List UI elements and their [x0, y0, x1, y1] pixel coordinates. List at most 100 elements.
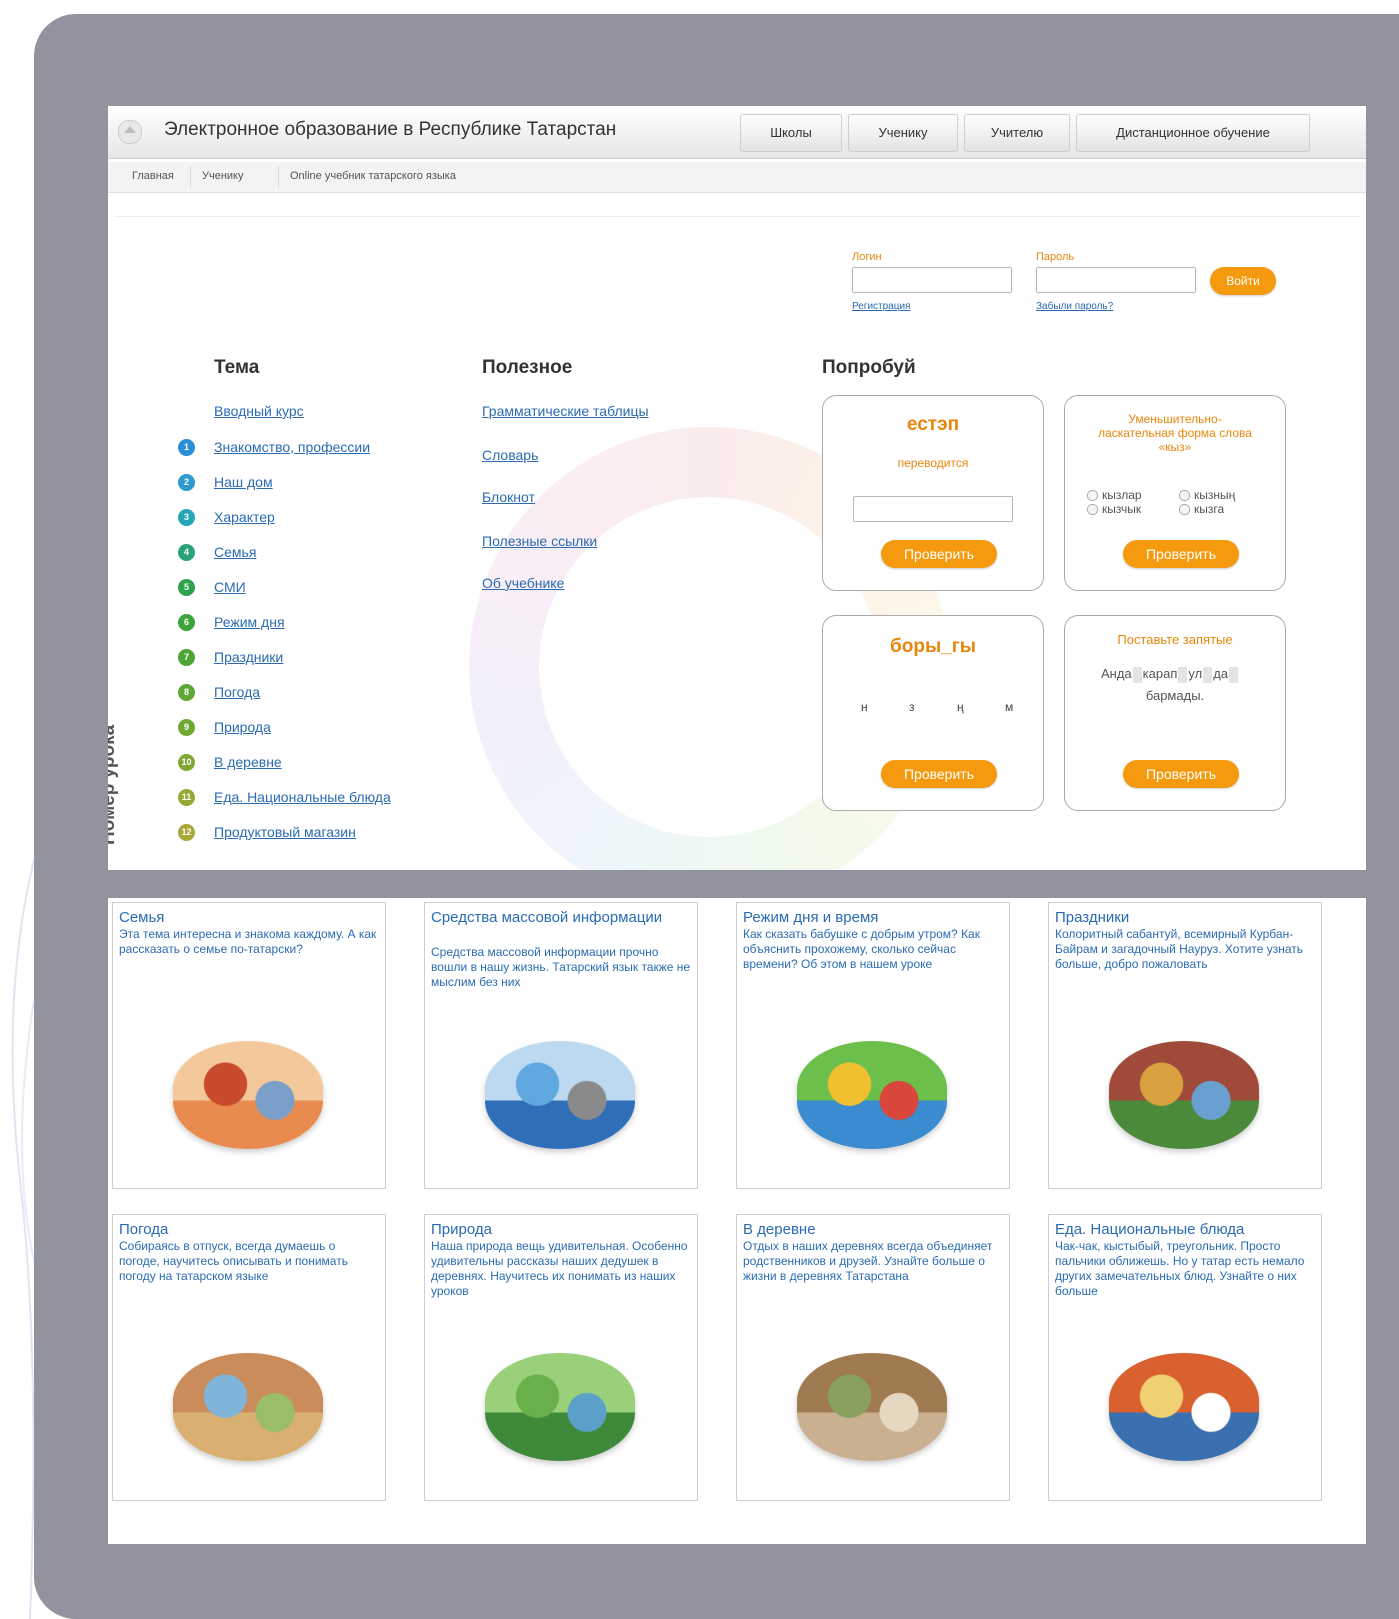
lesson-card[interactable]: Семья Эта тема интересна и знакома каждом…: [112, 902, 386, 1189]
topic-link[interactable]: Еда. Национальные блюда: [214, 789, 391, 805]
topic-link[interactable]: Характер: [214, 509, 275, 525]
lesson-number-badge: 9: [178, 719, 195, 736]
useful-grammar-tables[interactable]: Грамматические таблицы: [482, 403, 649, 419]
lesson-number-badge: 8: [178, 684, 195, 701]
useful-dictionary[interactable]: Словарь: [482, 447, 538, 463]
lesson-card-title[interactable]: Праздники: [1055, 909, 1317, 926]
topic-link[interactable]: Знакомство, профессии: [214, 439, 370, 455]
translation-input[interactable]: [853, 496, 1013, 522]
lesson-card-title[interactable]: В деревне: [743, 1221, 1005, 1238]
lesson-card-title[interactable]: Средства массовой информации: [431, 909, 693, 926]
site-header: Электронное образование в Республике Тат…: [108, 106, 1366, 159]
nav-tab-distance[interactable]: Дистанционное обучение: [1076, 114, 1310, 152]
topic-link[interactable]: Погода: [214, 684, 260, 700]
lesson-card[interactable]: Еда. Национальные блюда Чак-чак, кыстыбый…: [1048, 1214, 1322, 1501]
letter-option-4[interactable]: м: [1005, 700, 1013, 714]
globe-illustration: [485, 1041, 635, 1149]
family-illustration: [173, 1041, 323, 1149]
lesson-number-label: Номер урока: [108, 724, 119, 845]
lesson-number-badge: 5: [178, 579, 195, 596]
topic-link[interactable]: СМИ: [214, 579, 246, 595]
check-button-1[interactable]: Проверить: [881, 540, 997, 568]
try-box-commas: Поставьте запятые Анда карап ул да бармады.…: [1064, 615, 1286, 811]
useful-heading: Полезное: [482, 357, 573, 378]
breadcrumb-student[interactable]: Ученику: [202, 170, 244, 182]
lesson-card-description: Отдых в наших деревнях всегда объединяет…: [743, 1239, 993, 1283]
lesson-number-badge: 6: [178, 614, 195, 631]
useful-links[interactable]: Полезные ссылки: [482, 533, 597, 549]
village-illustration: [797, 1353, 947, 1461]
comma-slot-1[interactable]: [1132, 666, 1142, 683]
lesson-card-description: Как сказать бабушке с добрым утром? Как …: [743, 927, 980, 971]
lesson-number-badge: 12: [178, 824, 195, 841]
try-word-2: боры_гы: [890, 636, 976, 657]
letter-option-1[interactable]: н: [861, 700, 868, 714]
lesson-number-badge: 11: [178, 789, 195, 806]
lesson-card[interactable]: Праздники Колоритный сабантуй, всемирный …: [1048, 902, 1322, 1189]
lesson-card[interactable]: Средства массовой информации Средства мас…: [424, 902, 698, 1189]
breadcrumb-home[interactable]: Главная: [132, 170, 174, 182]
breadcrumb: Главная Ученику Online учебник татарског…: [108, 162, 1366, 193]
radio-option-4[interactable]: кызга: [1179, 502, 1224, 516]
topic-link[interactable]: Семья: [214, 544, 256, 560]
lesson-card-description: Средства массовой информации прочно вошл…: [431, 945, 691, 989]
login-input[interactable]: [852, 267, 1012, 293]
lesson-card-title[interactable]: Семья: [119, 909, 381, 926]
comma-slot-3[interactable]: [1203, 666, 1213, 683]
forgot-password-link[interactable]: Забыли пароль?: [1036, 301, 1113, 312]
try-box-diminutive: Уменьшительно-ласкательная форма слова «…: [1064, 395, 1286, 591]
radio-option-2[interactable]: кызның: [1179, 488, 1235, 502]
nature-illustration: [485, 1353, 635, 1461]
home-icon[interactable]: [118, 120, 142, 144]
register-link[interactable]: Регистрация: [852, 301, 910, 312]
password-label: Пароль: [1036, 251, 1075, 263]
lesson-card[interactable]: В деревне Отдых в наших деревнях всегда о…: [736, 1214, 1010, 1501]
nav-tab-schools[interactable]: Школы: [740, 114, 842, 152]
try-diminutive-title: Уменьшительно-ласкательная форма слова «…: [1098, 412, 1252, 454]
check-button-4[interactable]: Проверить: [1123, 760, 1239, 788]
try-box-missing-letter: боры_гы н з ң м Проверить: [822, 615, 1044, 811]
useful-about[interactable]: Об учебнике: [482, 575, 564, 591]
try-word-1: естэп: [906, 414, 960, 435]
lesson-number-badge: 2: [178, 474, 195, 491]
topic-link[interactable]: Продуктовый магазин: [214, 824, 356, 840]
commas-sentence-line2: бармады.: [1145, 688, 1205, 703]
lesson-card-title[interactable]: Еда. Национальные блюда: [1055, 1221, 1317, 1238]
lesson-card-description: Наша природа вещь удивительная. Особенно…: [431, 1239, 688, 1298]
topic-link[interactable]: В деревне: [214, 754, 282, 770]
lesson-card-title[interactable]: Погода: [119, 1221, 381, 1238]
lesson-number-badge: 7: [178, 649, 195, 666]
radio-option-1[interactable]: кызлар: [1087, 488, 1142, 502]
commas-sentence-line1: Анда карап ул да: [1101, 666, 1239, 683]
nav-tab-teacher[interactable]: Учителю: [964, 114, 1070, 152]
lesson-card[interactable]: Погода Собираясь в отпуск, всегда думаешь…: [112, 1214, 386, 1501]
lesson-number-badge: 4: [178, 544, 195, 561]
lesson-card[interactable]: Природа Наша природа вещь удивительная. О…: [424, 1214, 698, 1501]
password-input[interactable]: [1036, 267, 1196, 293]
letter-option-3[interactable]: ң: [957, 700, 964, 714]
nav-tab-student[interactable]: Ученику: [848, 114, 958, 152]
site-title: Электронное образование в Республике Тат…: [164, 119, 617, 140]
try-translate-label: переводится: [897, 456, 969, 470]
topic-link[interactable]: Наш дом: [214, 474, 273, 490]
topic-link[interactable]: Режим дня: [214, 614, 285, 630]
letter-option-2[interactable]: з: [909, 700, 915, 714]
useful-notebook[interactable]: Блокнот: [482, 489, 535, 505]
topic-link[interactable]: Праздники: [214, 649, 283, 665]
comma-slot-4[interactable]: [1229, 666, 1239, 683]
login-button[interactable]: Войти: [1210, 267, 1276, 295]
main-content: Логин Регистрация Пароль Забыли пароль? …: [108, 216, 1360, 870]
lesson-card-description: Колоритный сабантуй, всемирный Курбан-Ба…: [1055, 927, 1304, 971]
try-box-translate: естэп переводится Проверить: [822, 395, 1044, 591]
check-button-3[interactable]: Проверить: [881, 760, 997, 788]
try-heading: Попробуй: [822, 357, 916, 378]
check-button-2[interactable]: Проверить: [1123, 540, 1239, 568]
radio-option-3[interactable]: кызчык: [1087, 502, 1141, 516]
lesson-card-title[interactable]: Природа: [431, 1221, 693, 1238]
clock-illustration: [797, 1041, 947, 1149]
lesson-card[interactable]: Режим дня и время Как сказать бабушке с д…: [736, 902, 1010, 1189]
comma-slot-2[interactable]: [1178, 666, 1188, 683]
lesson-card-title[interactable]: Режим дня и время: [743, 909, 1005, 926]
topic-link[interactable]: Природа: [214, 719, 271, 735]
topic-intro[interactable]: Вводный курс: [214, 403, 304, 419]
